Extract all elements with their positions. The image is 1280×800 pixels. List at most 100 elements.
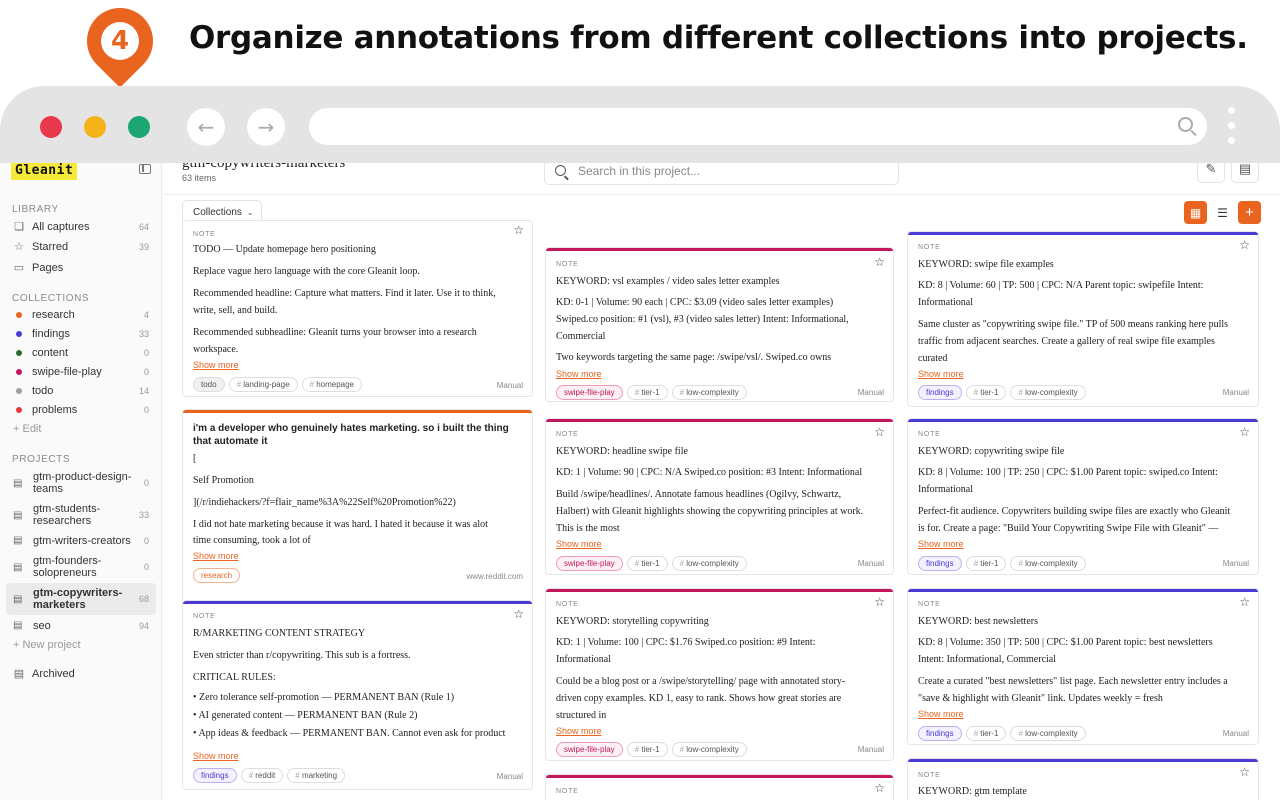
collection-color-bar <box>546 775 893 778</box>
tag-tier-1[interactable]: tier-1 <box>965 385 1007 400</box>
card-text: KD: 8 | Volume: 350 | TP: 500 | CPC: $1.… <box>918 637 1213 648</box>
tag-research[interactable]: research <box>193 568 241 583</box>
show-more-link[interactable]: Show more <box>556 539 602 549</box>
tag-homepage[interactable]: homepage <box>301 377 362 392</box>
collections-filter-label: Collections <box>193 206 242 218</box>
tag-swipe-file-play[interactable]: swipe-file-play <box>556 556 623 571</box>
star-icon[interactable]: ☆ <box>1239 425 1250 439</box>
sidebar-item-all-captures[interactable]: ❏ All captures 64 <box>6 217 156 236</box>
card-text: Build /swipe/headlines/. Annotate famous… <box>556 489 842 500</box>
tag-low-complexity[interactable]: low-complexity <box>671 385 747 400</box>
back-button[interactable]: ← <box>187 108 225 146</box>
tag-landing-page[interactable]: landing-page <box>228 377 298 392</box>
note-card[interactable]: NOTE ☆ KEYWORD: gtm template <box>907 758 1259 800</box>
tag-low-complexity[interactable]: low-complexity <box>1010 726 1086 741</box>
tag-findings[interactable]: findings <box>918 726 962 741</box>
star-icon[interactable]: ☆ <box>513 223 524 237</box>
tag-tier-1[interactable]: tier-1 <box>965 726 1007 741</box>
tag-findings[interactable]: findings <box>193 768 237 783</box>
collection-swipe-file-play[interactable]: swipe-file-play 0 <box>6 362 156 381</box>
note-card[interactable]: NOTE ☆ KEYWORD: copywriting swipe file K… <box>907 418 1259 575</box>
note-card[interactable]: NOTE ☆ R/MARKETING CONTENT STRATEGY Even… <box>182 600 533 790</box>
collection-content[interactable]: content 0 <box>6 343 156 362</box>
show-more-link[interactable]: Show more <box>918 709 964 719</box>
star-icon[interactable]: ☆ <box>874 781 885 795</box>
tag-reddit[interactable]: reddit <box>240 768 284 783</box>
sidebar-item-pages[interactable]: ▭ Pages <box>6 258 156 277</box>
card-source: Manual <box>496 381 523 390</box>
tag-tier-1[interactable]: tier-1 <box>626 556 668 571</box>
show-more-link[interactable]: Show more <box>193 551 239 561</box>
note-card[interactable]: NOTE ☆ KEYWORD: best newsletters KD: 8 |… <box>907 588 1259 745</box>
star-icon[interactable]: ☆ <box>874 425 885 439</box>
collection-problems[interactable]: problems 0 <box>6 400 156 419</box>
star-icon[interactable]: ☆ <box>1239 238 1250 252</box>
card-source: Manual <box>496 772 523 781</box>
collection-color-dot <box>16 349 22 356</box>
tag-low-complexity[interactable]: low-complexity <box>1010 556 1086 571</box>
project-gtm-product-design-teams[interactable]: ▤ gtm-product-design-teams 0 <box>6 468 156 498</box>
tag-todo[interactable]: todo <box>193 377 225 392</box>
tag-tier-1[interactable]: tier-1 <box>626 742 668 757</box>
collection-todo[interactable]: todo 14 <box>6 381 156 400</box>
tag-low-complexity[interactable]: low-complexity <box>671 742 747 757</box>
note-card[interactable]: NOTE ☆ KEYWORD: swipe file examples KD: … <box>907 231 1259 407</box>
note-card[interactable]: NOTE ☆ <box>545 774 894 800</box>
project-gtm-writers-creators[interactable]: ▤ gtm-writers-creators 0 <box>6 531 156 550</box>
tag-findings[interactable]: findings <box>918 556 962 571</box>
sidebar-item-archived[interactable]: ▤ Archived <box>6 664 156 683</box>
new-project-link[interactable]: + New project <box>13 639 81 651</box>
tag-tier-1[interactable]: tier-1 <box>965 556 1007 571</box>
edit-collections-link[interactable]: + Edit <box>13 423 41 435</box>
tag-swipe-file-play[interactable]: swipe-file-play <box>556 742 623 757</box>
list-view-button[interactable]: ☰ <box>1211 201 1234 224</box>
note-card[interactable]: NOTE ☆ TODO — Update homepage hero posit… <box>182 220 533 397</box>
note-card[interactable]: NOTE ☆ KEYWORD: headline swipe file KD: … <box>545 418 894 575</box>
note-card[interactable]: NOTE ☆ KEYWORD: vsl examples / video sal… <box>545 247 894 402</box>
tag-findings[interactable]: findings <box>918 385 962 400</box>
project-seo[interactable]: ▤ seo 94 <box>6 616 156 635</box>
tag-low-complexity[interactable]: low-complexity <box>671 556 747 571</box>
tag-tier-1[interactable]: tier-1 <box>626 385 668 400</box>
menu-dot <box>1228 122 1235 129</box>
tag-low-complexity[interactable]: low-complexity <box>1010 385 1086 400</box>
card-kind: NOTE <box>556 261 579 268</box>
minimize-window-button[interactable] <box>84 116 106 138</box>
collection-research[interactable]: research 4 <box>6 305 156 324</box>
card-kind: NOTE <box>918 244 941 251</box>
show-more-link[interactable]: Show more <box>556 726 602 736</box>
project-gtm-students-researchers[interactable]: ▤ gtm-students-researchers 33 <box>6 500 156 530</box>
star-icon[interactable]: ☆ <box>874 595 885 609</box>
add-item-button[interactable]: + <box>1238 201 1261 224</box>
app-window: Gleanit LIBRARY ❏ All captures 64 ☆ Starred… <box>0 150 1280 800</box>
card-text: driven copy examples. KD 1, easy to rank… <box>556 693 842 704</box>
star-icon[interactable]: ☆ <box>1239 765 1250 779</box>
card-kind: NOTE <box>556 601 579 608</box>
project-gtm-copywriters-marketers[interactable]: ▤ gtm-copywriters-marketers 68 <box>6 583 156 615</box>
card-source: Manual <box>857 745 884 754</box>
note-card[interactable]: NOTE ☆ KEYWORD: storytelling copywriting… <box>545 588 894 761</box>
card-source: Manual <box>857 559 884 568</box>
maximize-window-button[interactable] <box>128 116 150 138</box>
search-input[interactable] <box>578 163 878 178</box>
close-window-button[interactable] <box>40 116 62 138</box>
show-more-link[interactable]: Show more <box>556 369 602 379</box>
tag-marketing[interactable]: marketing <box>287 768 346 783</box>
project-gtm-founders-solopreneurs[interactable]: ▤ gtm-founders-solopreneurs 0 <box>6 552 156 582</box>
collection-findings[interactable]: findings 33 <box>6 324 156 343</box>
sidebar-item-starred[interactable]: ☆ Starred 39 <box>6 237 156 256</box>
star-icon[interactable]: ☆ <box>874 255 885 269</box>
forward-button[interactable]: → <box>247 108 285 146</box>
tag-swipe-file-play[interactable]: swipe-file-play <box>556 385 623 400</box>
card-kind: NOTE <box>193 613 216 620</box>
sidebar-toggle-icon[interactable] <box>139 164 151 174</box>
search-icon <box>555 165 566 176</box>
show-more-link[interactable]: Show more <box>918 539 964 549</box>
star-icon[interactable]: ☆ <box>1239 595 1250 609</box>
show-more-link[interactable]: Show more <box>918 369 964 379</box>
grid-view-button[interactable]: ▦ <box>1184 201 1207 224</box>
address-bar[interactable] <box>309 108 1207 145</box>
show-more-link[interactable]: Show more <box>193 360 239 370</box>
show-more-link[interactable]: Show more <box>193 751 239 761</box>
star-icon[interactable]: ☆ <box>513 607 524 621</box>
